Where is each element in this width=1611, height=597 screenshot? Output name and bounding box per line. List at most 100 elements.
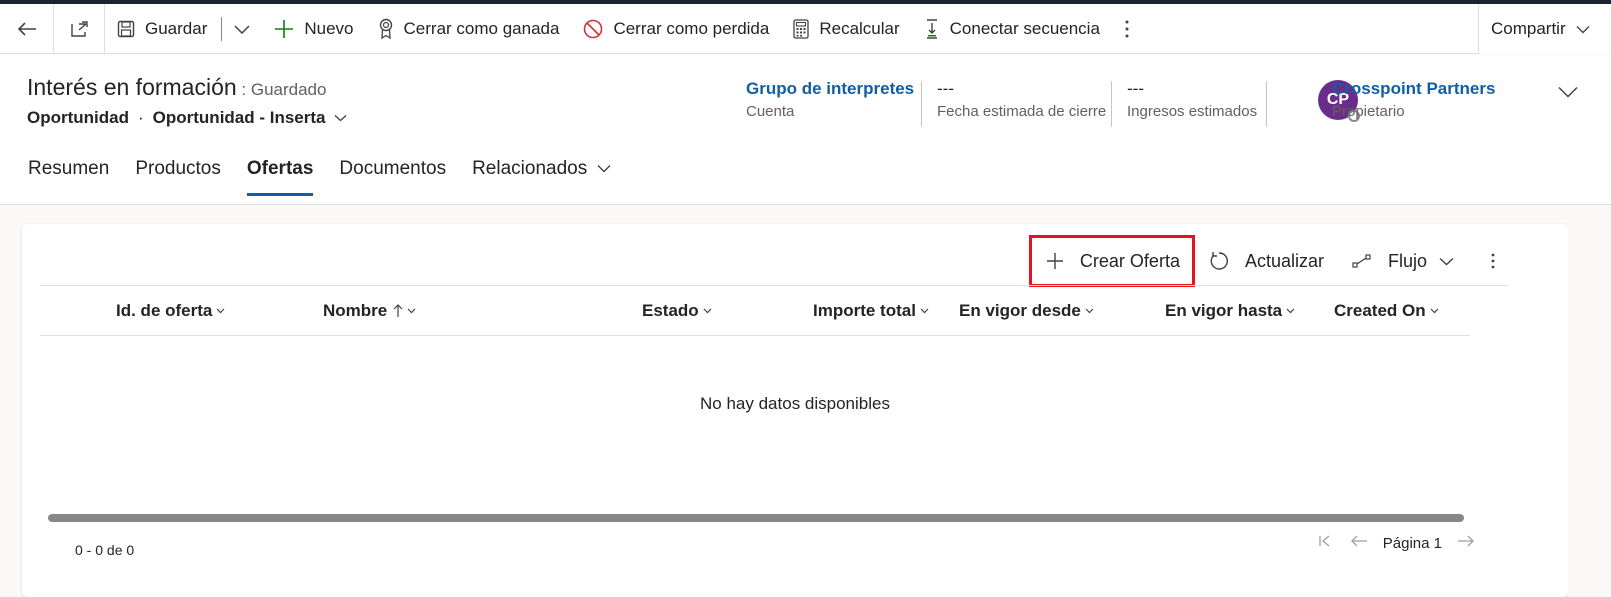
ribbon-award-icon xyxy=(379,18,392,39)
column-label: En vigor hasta xyxy=(1165,301,1283,320)
plus-icon xyxy=(1046,253,1063,269)
create-quote-label: Crear Oferta xyxy=(1079,250,1180,271)
separator-dot: · xyxy=(137,108,144,127)
chevron-down-icon xyxy=(920,308,929,314)
close-won-label: Cerrar como ganada xyxy=(403,18,560,38)
record-count: 0 - 0 de 0 xyxy=(75,542,135,558)
back-button[interactable] xyxy=(0,3,54,54)
record-header: Interés en formación : Guardado Oportuni… xyxy=(0,55,1611,205)
vertical-scrollbar-track xyxy=(1568,205,1611,597)
chevron-down-icon xyxy=(334,115,346,122)
column-header-name[interactable]: Nombre xyxy=(323,301,416,321)
chevron-down-icon xyxy=(1430,308,1439,314)
plus-icon xyxy=(275,19,294,38)
tab-label: Ofertas xyxy=(246,158,314,179)
header-field-account: Grupo de interpretes Cuenta xyxy=(746,79,914,120)
tab-relacionados[interactable]: Relacionados xyxy=(459,155,624,200)
column-label: Id. de oferta xyxy=(116,301,213,320)
open-new-window-button[interactable] xyxy=(54,3,105,54)
command-bar: Guardar Nuevo Cerrar como ganada Cerrar … xyxy=(0,3,1611,54)
arrow-left-icon xyxy=(1350,535,1367,547)
close-lost-label: Cerrar como perdida xyxy=(613,18,770,38)
pagination: Página 1 xyxy=(1309,534,1484,552)
empty-state-text: No hay datos disponibles xyxy=(700,394,890,413)
record-subtitle: Oportunidad · Oportunidad - Inserta xyxy=(27,108,347,128)
revenue-label: Ingresos estimados xyxy=(1127,103,1258,120)
quotes-subgrid: Crear Oferta Actualizar Flujo Id. de ofe… xyxy=(22,224,1568,597)
more-vertical-icon xyxy=(1125,20,1129,37)
grid-header-row: Id. de oferta Nombre Estado Importe tota… xyxy=(40,286,1470,336)
tab-list: Resumen Productos Ofertas Documentos Rel… xyxy=(15,155,624,200)
share-button[interactable]: Compartir xyxy=(1478,4,1611,54)
close-date-label: Fecha estimada de cierre xyxy=(937,103,1107,120)
tab-productos[interactable]: Productos xyxy=(122,155,234,200)
horizontal-scrollbar[interactable] xyxy=(48,514,1464,522)
refresh-icon xyxy=(1210,252,1228,270)
column-header-effective-from[interactable]: En vigor desde xyxy=(959,301,1094,321)
column-header-total-amount[interactable]: Importe total xyxy=(813,301,929,321)
column-label: En vigor desde xyxy=(959,301,1081,320)
save-label: Guardar xyxy=(145,18,208,38)
recalculate-button[interactable]: Recalcular xyxy=(781,4,911,54)
record-title: Interés en formación xyxy=(27,74,237,100)
divider xyxy=(921,81,922,127)
new-label: Nuevo xyxy=(304,18,354,38)
form-name: Oportunidad - Inserta xyxy=(152,108,326,127)
chevron-down-icon xyxy=(407,308,416,314)
save-options-button[interactable] xyxy=(228,4,262,54)
create-quote-button[interactable]: Crear Oferta xyxy=(1028,235,1195,287)
tab-resumen[interactable]: Resumen xyxy=(15,155,122,200)
first-page-icon xyxy=(1319,535,1330,547)
chevron-down-icon xyxy=(1558,86,1578,98)
previous-page-button[interactable] xyxy=(1341,534,1377,552)
tab-label: Documentos xyxy=(339,158,447,179)
chevron-down-icon xyxy=(703,308,712,314)
refresh-label: Actualizar xyxy=(1244,250,1324,271)
tab-label: Productos xyxy=(135,158,221,179)
column-label: Created On xyxy=(1334,301,1426,320)
entity-name: Oportunidad xyxy=(27,108,129,127)
account-label: Cuenta xyxy=(746,103,795,120)
refresh-button[interactable]: Actualizar xyxy=(1195,235,1338,287)
owner-link[interactable]: Crosspoint Partners xyxy=(1332,79,1495,99)
expand-header-button[interactable] xyxy=(1558,85,1578,103)
close-as-lost-button[interactable]: Cerrar como perdida xyxy=(571,4,781,54)
first-page-button[interactable] xyxy=(1309,534,1341,552)
tab-label: Resumen xyxy=(28,158,110,179)
connect-seq-label: Conectar secuencia xyxy=(949,18,1100,38)
column-label: Estado xyxy=(642,301,699,320)
more-commands-button[interactable] xyxy=(1112,4,1142,54)
chevron-down-icon xyxy=(234,24,250,34)
column-header-quote-id[interactable]: Id. de oferta xyxy=(116,301,225,321)
save-button[interactable]: Guardar xyxy=(105,4,219,54)
chevron-down-icon xyxy=(1576,25,1590,33)
record-title-area: Interés en formación : Guardado xyxy=(27,74,326,101)
column-header-created-on[interactable]: Created On xyxy=(1334,301,1439,321)
flow-button[interactable]: Flujo xyxy=(1338,235,1468,287)
save-status: : Guardado xyxy=(236,80,327,99)
divider xyxy=(221,16,223,41)
form-selector[interactable]: Oportunidad - Inserta xyxy=(153,108,347,128)
account-link[interactable]: Grupo de interpretes xyxy=(746,79,914,99)
header-field-close-date: --- Fecha estimada de cierre xyxy=(937,79,1106,120)
sequence-icon xyxy=(926,18,937,39)
column-header-effective-to[interactable]: En vigor hasta xyxy=(1165,301,1295,321)
page-indicator: Página 1 xyxy=(1382,534,1442,552)
popout-icon xyxy=(71,20,88,37)
close-as-won-button[interactable]: Cerrar como ganada xyxy=(366,4,572,54)
column-header-status[interactable]: Estado xyxy=(642,301,712,321)
new-button[interactable]: Nuevo xyxy=(262,4,365,54)
chevron-down-icon xyxy=(1085,308,1094,314)
save-icon xyxy=(117,20,135,37)
column-label: Importe total xyxy=(813,301,916,320)
tab-documentos[interactable]: Documentos xyxy=(326,155,459,200)
more-subgrid-commands-button[interactable] xyxy=(1476,235,1510,287)
next-page-button[interactable] xyxy=(1448,534,1484,552)
prohibited-icon xyxy=(584,19,603,38)
divider xyxy=(1111,81,1112,127)
flow-icon xyxy=(1352,254,1371,268)
tab-ofertas[interactable]: Ofertas xyxy=(234,155,327,200)
connect-sequence-button[interactable]: Conectar secuencia xyxy=(912,4,1112,54)
close-date-value: --- xyxy=(937,79,954,98)
tab-label: Relacionados xyxy=(472,158,588,179)
